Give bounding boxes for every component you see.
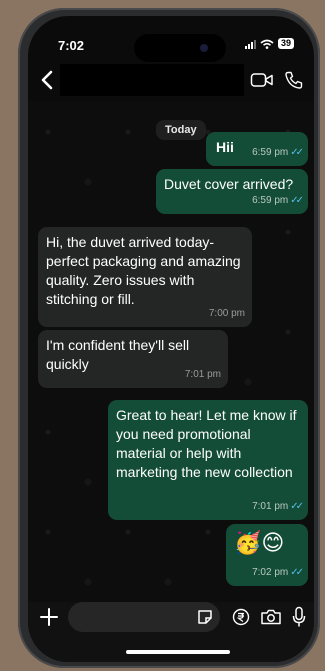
- status-indicators: 39: [244, 38, 294, 49]
- home-indicator: [126, 650, 230, 654]
- message-time: 7:01 pm: [252, 501, 289, 512]
- contact-name-redacted[interactable]: [60, 64, 244, 96]
- chat-header: [28, 60, 314, 100]
- plus-icon[interactable]: [38, 606, 60, 628]
- message-time: 7:00 pm: [208, 308, 245, 319]
- message-time: 7:02 pm: [252, 567, 289, 578]
- camera-icon[interactable]: [260, 608, 282, 626]
- message-meta: 7:02 pm ✓✓: [252, 563, 304, 582]
- read-receipt-icon: ✓✓: [290, 147, 304, 158]
- message-text: I'm confident they'll sell quickly: [46, 337, 190, 372]
- rupee-icon[interactable]: [232, 608, 250, 626]
- chat-screen: 7:02 39 Today Hii 6:59 pm ✓✓ Duvet cover…: [28, 16, 314, 662]
- signal-icon: [244, 39, 256, 49]
- message-text: Duvet cover arrived?: [164, 176, 294, 192]
- message-meta: 6:59 pm ✓✓: [252, 191, 304, 210]
- video-call-icon[interactable]: [250, 70, 274, 90]
- message-bubble-incoming[interactable]: I'm confident they'll sell quickly 7:01 …: [38, 330, 228, 388]
- phone-call-icon[interactable]: [284, 70, 304, 90]
- date-separator: Today: [156, 120, 206, 140]
- message-bubble-incoming[interactable]: Hi, the duvet arrived today-perfect pack…: [38, 227, 252, 327]
- wifi-icon: [260, 39, 274, 49]
- read-receipt-icon: ✓✓: [290, 195, 304, 206]
- message-meta: 7:01 pm ✓✓: [252, 497, 304, 516]
- message-bubble-outgoing[interactable]: Duvet cover arrived? 6:59 pm ✓✓: [156, 169, 308, 214]
- message-text: Hi, the duvet arrived today-perfect pack…: [46, 234, 241, 307]
- message-meta: 6:59 pm ✓✓: [252, 143, 304, 162]
- message-time: 7:01 pm: [184, 369, 221, 380]
- message-text: Hii: [216, 139, 234, 155]
- message-text: Great to hear! Let me know if you need p…: [116, 407, 297, 480]
- mic-icon[interactable]: [292, 606, 306, 628]
- battery-indicator: 39: [277, 38, 294, 49]
- message-composer: [28, 602, 314, 662]
- message-bubble-outgoing[interactable]: Great to hear! Let me know if you need p…: [108, 400, 308, 520]
- back-arrow-icon[interactable]: [38, 68, 58, 92]
- message-meta: 7:00 pm: [209, 304, 245, 323]
- message-bubble-outgoing[interactable]: 🥳😊 7:02 pm ✓✓: [226, 524, 308, 586]
- message-time: 6:59 pm: [252, 147, 289, 158]
- message-meta: 7:01 pm: [185, 365, 221, 384]
- message-time: 6:59 pm: [252, 195, 289, 206]
- status-time: 7:02: [58, 38, 85, 53]
- message-bubble-outgoing[interactable]: Hii 6:59 pm ✓✓: [206, 132, 308, 166]
- sticker-icon[interactable]: [196, 608, 214, 626]
- dynamic-island: [134, 34, 226, 62]
- message-emoji: 🥳😊: [234, 530, 285, 555]
- read-receipt-icon: ✓✓: [290, 501, 304, 512]
- read-receipt-icon: ✓✓: [290, 567, 304, 578]
